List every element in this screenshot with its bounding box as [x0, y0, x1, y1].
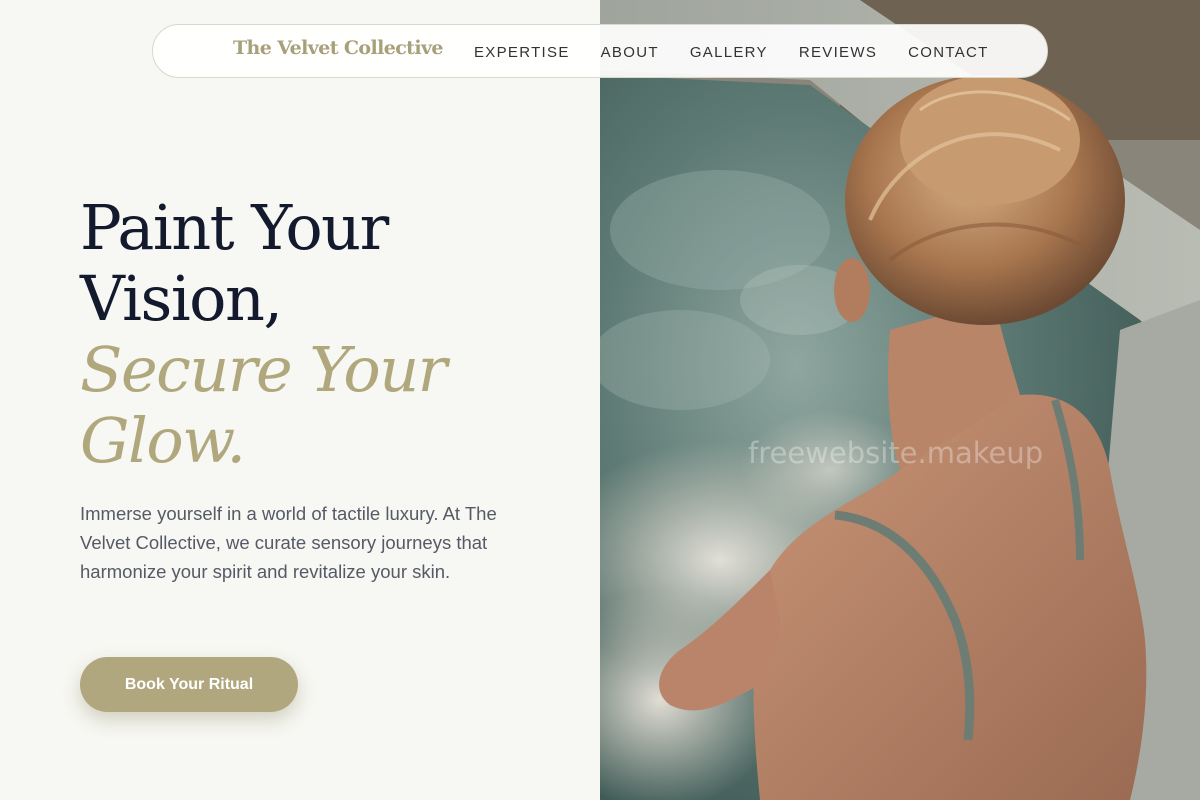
- brand-logo[interactable]: The Velvet Collective: [233, 37, 443, 59]
- headline-accent-line-2: Glow.: [80, 404, 246, 477]
- watermark-text: freewebsite.makeup: [748, 436, 1044, 470]
- hero-photo: [600, 0, 1200, 800]
- landing-page: Paint Your Vision, Secure Your Glow. Imm…: [0, 0, 1200, 800]
- nav-link-gallery[interactable]: GALLERY: [690, 44, 768, 61]
- nav-link-reviews[interactable]: REVIEWS: [799, 44, 877, 61]
- book-ritual-button[interactable]: Book Your Ritual: [80, 657, 298, 712]
- headline-line-2: Vision,: [80, 262, 283, 335]
- top-navbar: The Velvet Collective EXPERTISE ABOUT GA…: [152, 24, 1048, 78]
- hero-headline: Paint Your Vision, Secure Your Glow.: [80, 191, 447, 477]
- nav-link-about[interactable]: ABOUT: [601, 44, 659, 61]
- nav-link-contact[interactable]: CONTACT: [908, 44, 988, 61]
- nav-link-expertise[interactable]: EXPERTISE: [474, 44, 570, 61]
- hero-text-panel: Paint Your Vision, Secure Your Glow. Imm…: [0, 0, 600, 800]
- spa-photo-illustration: [600, 0, 1200, 800]
- headline-accent-line-1: Secure Your: [80, 333, 447, 406]
- headline-line-1: Paint Your: [80, 191, 389, 264]
- hero-description: Immerse yourself in a world of tactile l…: [80, 503, 497, 582]
- nav-links: EXPERTISE ABOUT GALLERY REVIEWS CONTACT: [474, 25, 989, 79]
